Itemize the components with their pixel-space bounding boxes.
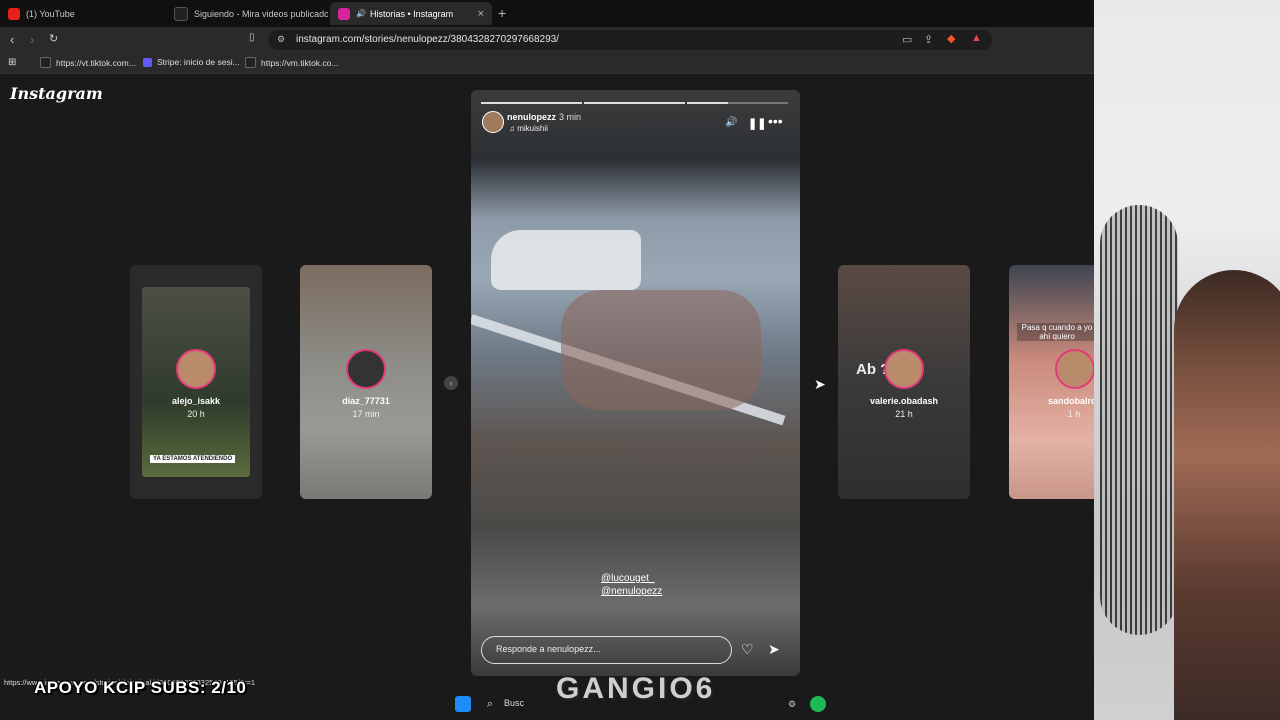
tab-label: (1) YouTube (26, 8, 75, 19)
avatar (346, 349, 386, 389)
reload-icon[interactable]: ↻ (49, 32, 58, 45)
story-username[interactable]: nenulopezz (507, 112, 556, 122)
instagram-logo[interactable]: Instagram (10, 84, 103, 103)
yacht-image (491, 230, 641, 290)
instagram-stories-page: Instagram alejo_isakk 20 h YA ESTAMOS AT… (0, 74, 1094, 720)
settings-icon[interactable]: ⚙ (784, 696, 800, 712)
brave-rewards-icon[interactable]: ▲ (971, 32, 982, 44)
bookmark-label: Stripe: inicio de sesi... (157, 57, 240, 67)
story-preview-valerie[interactable]: Ab ??? valerie.obadash 21 h (838, 265, 970, 499)
tiktok-icon (174, 6, 188, 21)
story-avatar[interactable] (482, 111, 504, 133)
youtube-icon (8, 7, 20, 20)
reply-input[interactable]: Responde a nenulopezz... (481, 636, 732, 664)
music-label: mikuishii (517, 124, 548, 133)
close-tab-icon[interactable]: × (478, 8, 484, 20)
new-tab-button[interactable]: + (498, 5, 506, 21)
tab-strip: (1) YouTube Siguiendo - Mira videos publ… (0, 0, 1094, 27)
webcam-overlay (1094, 0, 1280, 720)
story-time: 1 h (1067, 409, 1081, 419)
story-time: 20 h (187, 409, 205, 419)
story-username: valerie.obadash (869, 396, 939, 406)
story-time: 21 h (895, 409, 913, 419)
story-username: alejo_isakk (171, 396, 221, 406)
volume-icon[interactable]: 🔊 (725, 117, 737, 128)
bookmark-icon[interactable]: ▯ (249, 32, 255, 43)
bookmark-label: https://vm.tiktok.co... (261, 57, 339, 68)
story-progress-segment (481, 102, 582, 104)
bookmark-item[interactable]: https://vt.tiktok.com... (40, 57, 136, 68)
bookmark-label: https://vt.tiktok.com... (56, 57, 136, 68)
story-caption: YA ESTAMOS ATENDIENDO (150, 455, 236, 463)
story-progress-remaining (728, 102, 788, 104)
story-progress-segment (687, 102, 728, 104)
avatar (884, 349, 924, 389)
mouse-cursor-icon: ➤ (814, 376, 826, 392)
active-story[interactable]: nenulopezz 3 min ♫ mikuishii 🔊 ❚❚ ••• @l… (471, 90, 800, 676)
tab-instagram-stories[interactable]: 🔊 Historias • Instagram × (330, 2, 492, 25)
like-heart-icon[interactable]: ♡ (741, 641, 754, 658)
story-username: diaz_77731 (342, 396, 390, 406)
search-icon[interactable]: ⌕ (482, 696, 498, 712)
story-preview-sandobal[interactable]: Pasa q cuando a yo ahí quiero sandobalro… (1009, 265, 1094, 499)
story-preview-diaz[interactable]: diaz_77731 17 min (300, 265, 432, 499)
tab-youtube[interactable]: (1) YouTube (0, 2, 165, 25)
url-text: instagram.com/stories/nenulopezz/3804328… (296, 34, 559, 45)
tab-label: Siguiendo - Mira videos publicados (194, 8, 328, 19)
story-overlay-text: Pasa q cuando a yo ahí quiero (1017, 323, 1094, 341)
windows-start-icon[interactable] (455, 696, 471, 712)
story-music[interactable]: ♫ mikuishii (509, 124, 548, 133)
instagram-icon (338, 7, 350, 20)
back-icon[interactable]: ‹ (10, 32, 14, 47)
streamer-image (1174, 270, 1280, 720)
story-username: sandobalroci (1047, 396, 1094, 406)
previous-story-button[interactable]: ‹ (444, 376, 458, 390)
story-time: 3 min (559, 112, 582, 122)
cast-icon[interactable]: ▭ (902, 33, 912, 46)
bookmark-item[interactable]: Stripe: inicio de sesi... (143, 57, 240, 67)
people-reflection (561, 290, 761, 410)
browser-window: (1) YouTube Siguiendo - Mira videos publ… (0, 0, 1094, 720)
story-mention[interactable]: @lucouget_ (601, 573, 655, 584)
apps-grid-icon[interactable]: ⊞ (8, 57, 16, 68)
subs-goal-overlay: APOYO KCIP SUBS: 2/10 (34, 678, 247, 697)
tab-label: Historias • Instagram (369, 8, 454, 19)
story-preview-alejo[interactable]: alejo_isakk 20 h YA ESTAMOS ATENDIENDO (130, 265, 262, 499)
tab-tiktok-following[interactable]: Siguiendo - Mira videos publicados (166, 2, 328, 25)
avatar (176, 349, 216, 389)
story-progress-segment (584, 102, 685, 104)
forward-icon[interactable]: › (30, 32, 34, 47)
share-icon[interactable]: ⇪ (924, 33, 933, 46)
address-bar[interactable]: ⚙ instagram.com/stories/nenulopezz/38043… (268, 30, 992, 50)
spotify-icon[interactable] (810, 696, 826, 712)
bookmark-item[interactable]: https://vm.tiktok.co... (245, 57, 338, 68)
site-settings-icon[interactable]: ⚙ (277, 34, 285, 45)
bookmarks-bar: ⊞ https://vt.tiktok.com... Stripe: inici… (0, 53, 1094, 74)
story-mention[interactable]: @nenulopezz (601, 586, 662, 597)
reply-placeholder: Responde a nenulopezz... (496, 644, 601, 654)
fan-image (1100, 205, 1178, 635)
stripe-icon (143, 57, 152, 67)
tiktok-icon (245, 57, 256, 68)
more-options-icon[interactable]: ••• (768, 113, 783, 129)
avatar (1055, 349, 1094, 389)
tiktok-icon (40, 57, 51, 68)
streamer-brand-overlay: GANGIO6 (556, 672, 716, 705)
toolbar: ‹ › ↻ ▯ ⚙ instagram.com/stories/nenulope… (0, 27, 1094, 53)
taskbar-search-text[interactable]: Busc (504, 698, 524, 708)
music-icon: ♫ (509, 124, 518, 133)
brave-shields-icon[interactable]: ◆ (947, 32, 955, 45)
send-icon[interactable]: ➤ (768, 641, 780, 658)
story-time: 17 min (352, 409, 380, 419)
pause-icon[interactable]: ❚❚ (748, 117, 766, 130)
speaker-icon: 🔊 (356, 9, 366, 18)
